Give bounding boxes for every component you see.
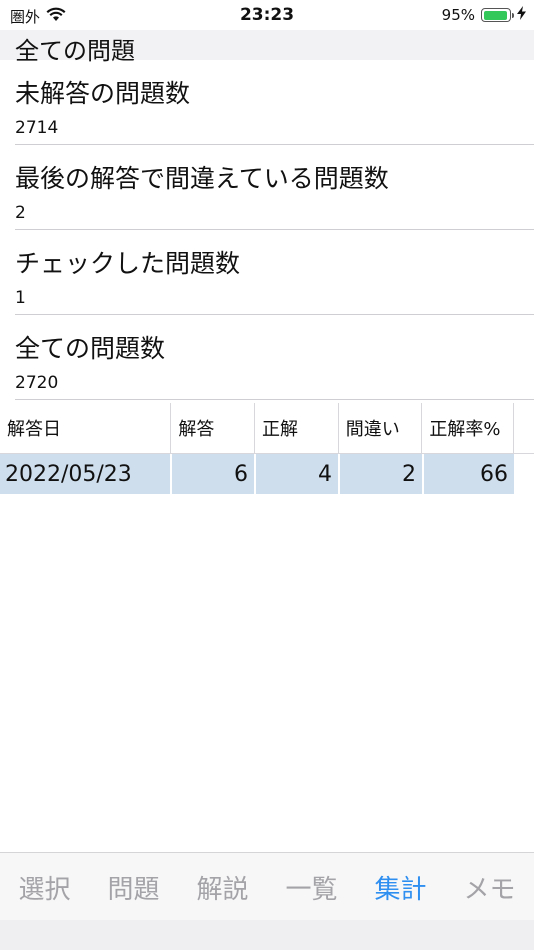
- stat-total: 全ての問題数 2720: [0, 315, 534, 400]
- tab-explanation[interactable]: 解説: [196, 869, 248, 906]
- table-header: 解答日 解答 正解 間違い 正解率%: [0, 403, 534, 454]
- tab-question[interactable]: 問題: [107, 869, 159, 906]
- section-header: 全ての問題: [0, 30, 534, 65]
- status-bar: 圏外 23:23 95%: [0, 0, 534, 30]
- stat-value: 1: [15, 288, 26, 308]
- battery-cap: [512, 12, 514, 18]
- results-table: 解答日 解答 正解 間違い 正解率% 2022/05/23 6 4 2 66: [0, 403, 534, 494]
- stat-label: 最後の解答で間違えている問題数: [15, 164, 389, 193]
- cell-wrong: 2: [340, 454, 424, 494]
- divider: [15, 399, 534, 400]
- stat-unanswered: 未解答の問題数 2714: [0, 60, 534, 145]
- stat-label: 未解答の問題数: [15, 79, 191, 108]
- stat-label: 全ての問題数: [15, 334, 166, 363]
- status-right: 95%: [442, 6, 526, 24]
- table-row[interactable]: 2022/05/23 6 4 2 66: [0, 454, 534, 494]
- tab-summary[interactable]: 集計: [374, 869, 426, 906]
- tab-select[interactable]: 選択: [18, 869, 70, 906]
- cell-date: 2022/05/23: [0, 454, 172, 494]
- header-date: 解答日: [0, 403, 172, 453]
- tab-list[interactable]: 一覧: [285, 869, 337, 906]
- header-answered: 解答: [171, 403, 256, 453]
- home-indicator-area: [0, 920, 534, 950]
- stat-value: 2: [15, 203, 26, 223]
- tab-bar: 選択 問題 解説 一覧 集計 メモ: [0, 852, 534, 921]
- header-accuracy: 正解率%: [422, 403, 515, 453]
- header-wrong: 間違い: [339, 403, 423, 453]
- header-spacer: [514, 403, 534, 453]
- battery-fill: [483, 10, 508, 20]
- stat-last-wrong: 最後の解答で間違えている問題数 2: [0, 145, 534, 230]
- header-correct: 正解: [255, 403, 339, 453]
- battery-icon: [481, 8, 514, 22]
- stat-label: チェックした問題数: [15, 249, 241, 278]
- cell-accuracy: 66: [424, 454, 516, 494]
- stat-checked: チェックした問題数 1: [0, 230, 534, 315]
- cell-answered: 6: [172, 454, 256, 494]
- battery-percent: 95%: [441, 6, 475, 24]
- tab-memo[interactable]: メモ: [463, 869, 515, 906]
- stat-value: 2720: [15, 373, 59, 393]
- charging-bolt-icon: [517, 6, 526, 24]
- cell-correct: 4: [256, 454, 340, 494]
- stat-value: 2714: [15, 118, 59, 138]
